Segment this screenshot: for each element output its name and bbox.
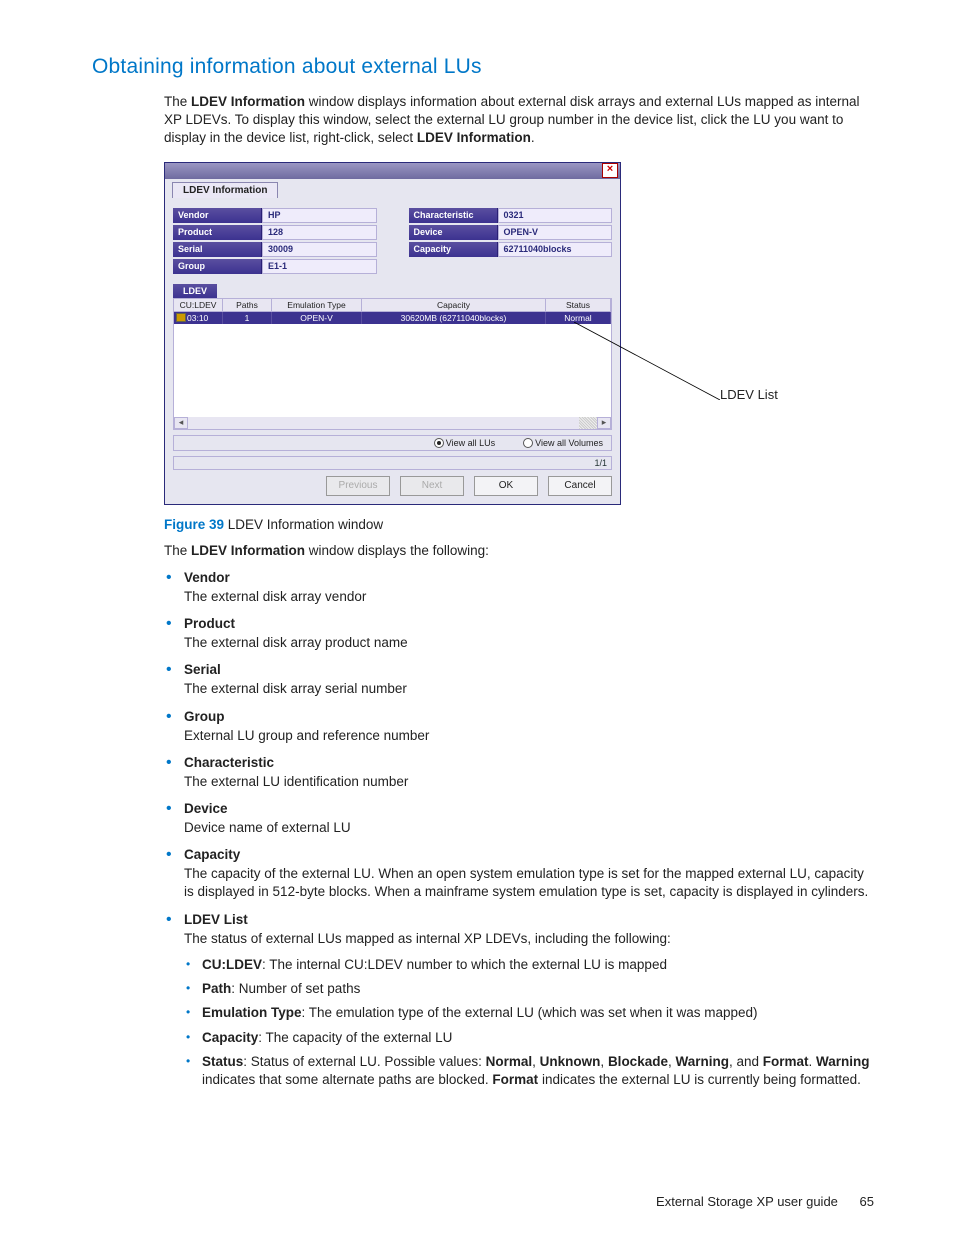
group-label: Group xyxy=(173,259,262,274)
serial-value: 30009 xyxy=(262,242,377,257)
definition-desc: The capacity of the external LU. When an… xyxy=(184,865,874,901)
definition-list: Vendor The external disk array vendor Prod… xyxy=(164,570,874,1089)
characteristic-value: 0321 xyxy=(498,208,613,223)
intro-paragraph: The LDEV Information window displays inf… xyxy=(164,93,874,148)
figure-title: LDEV Information window xyxy=(224,517,383,532)
page-number: 65 xyxy=(860,1194,874,1209)
definition-term: LDEV List xyxy=(184,912,874,927)
definition-term: Capacity xyxy=(184,847,874,862)
sub-item: Emulation Type: The emulation type of th… xyxy=(184,1004,874,1022)
ldev-list-header: CU:LDEV Paths Emulation Type Capacity St… xyxy=(174,299,611,312)
intro-text: . xyxy=(531,130,535,145)
radio-icon xyxy=(434,438,444,448)
definition-item: Characteristic The external LU identifica… xyxy=(164,755,874,791)
view-all-lus-radio[interactable]: View all LUs xyxy=(434,438,495,448)
device-value: OPEN-V xyxy=(498,225,613,240)
scroll-right-icon[interactable]: ▸ xyxy=(597,417,611,429)
ldev-info-window: × LDEV Information VendorHP Product128 S… xyxy=(164,162,621,505)
cancel-button[interactable]: Cancel xyxy=(548,476,612,496)
sub-item-status: Status: Status of external LU. Possible … xyxy=(184,1053,874,1089)
definition-item: Device Device name of external LU xyxy=(164,801,874,837)
col-capacity[interactable]: Capacity xyxy=(362,299,546,311)
view-all-volumes-radio[interactable]: View all Volumes xyxy=(523,438,603,448)
definition-desc: The external LU identification number xyxy=(184,773,874,791)
definition-desc: External LU group and reference number xyxy=(184,727,874,745)
ldev-list-tab[interactable]: LDEV xyxy=(173,284,217,298)
row-capacity: 30620MB (62711040blocks) xyxy=(362,312,546,324)
definition-item: Vendor The external disk array vendor xyxy=(164,570,874,606)
definition-item: Product The external disk array product n… xyxy=(164,616,874,652)
intro-text: The xyxy=(164,94,191,109)
ldev-info-tab[interactable]: LDEV Information xyxy=(172,182,278,198)
row-culdev: 03:10 xyxy=(187,313,208,323)
device-label: Device xyxy=(409,225,498,240)
ldev-list: CU:LDEV Paths Emulation Type Capacity St… xyxy=(173,298,612,430)
vendor-value: HP xyxy=(262,208,377,223)
sub-list: CU:LDEV: The internal CU:LDEV number to … xyxy=(184,956,874,1089)
callout-label: LDEV List xyxy=(720,387,778,402)
definition-item: Capacity The capacity of the external LU.… xyxy=(164,847,874,901)
definition-desc: The external disk array product name xyxy=(184,634,874,652)
vendor-label: Vendor xyxy=(173,208,262,223)
definition-term: Vendor xyxy=(184,570,874,585)
capacity-value: 62711040blocks xyxy=(498,242,613,257)
definition-item: Group External LU group and reference num… xyxy=(164,709,874,745)
row-emulation: OPEN-V xyxy=(272,312,362,324)
characteristic-label: Characteristic xyxy=(409,208,498,223)
next-button: Next xyxy=(400,476,464,496)
definition-desc: The external disk array serial number xyxy=(184,680,874,698)
footer-title: External Storage XP user guide xyxy=(656,1194,838,1209)
group-value: E1-1 xyxy=(262,259,377,274)
definition-desc: The status of external LUs mapped as int… xyxy=(184,930,874,948)
product-value: 128 xyxy=(262,225,377,240)
figure-number: Figure 39 xyxy=(164,517,224,532)
definition-term: Device xyxy=(184,801,874,816)
section-heading: Obtaining information about external LUs xyxy=(92,55,874,79)
definition-item-ldev-list: LDEV List The status of external LUs mapp… xyxy=(164,912,874,1090)
radio-icon xyxy=(523,438,533,448)
definition-term: Serial xyxy=(184,662,874,677)
scroll-left-icon[interactable]: ◂ xyxy=(174,417,188,429)
sub-item: Path: Number of set paths xyxy=(184,980,874,998)
definition-term: Group xyxy=(184,709,874,724)
capacity-label: Capacity xyxy=(409,242,498,257)
disk-icon xyxy=(176,313,186,322)
col-emulation[interactable]: Emulation Type xyxy=(272,299,362,311)
definition-item: Serial The external disk array serial num… xyxy=(164,662,874,698)
figure-caption: Figure 39 LDEV Information window xyxy=(164,517,874,532)
col-status[interactable]: Status xyxy=(546,299,611,311)
previous-button: Previous xyxy=(326,476,390,496)
hscroll[interactable]: ◂ ▸ xyxy=(174,417,611,429)
page-footer: External Storage XP user guide 65 xyxy=(656,1194,874,1209)
intro-bold2: LDEV Information xyxy=(417,130,531,145)
close-icon[interactable]: × xyxy=(602,163,618,178)
definition-term: Characteristic xyxy=(184,755,874,770)
sub-item: Capacity: The capacity of the external L… xyxy=(184,1029,874,1047)
window-titlebar: × xyxy=(165,163,620,179)
definition-desc: The external disk array vendor xyxy=(184,588,874,606)
product-label: Product xyxy=(173,225,262,240)
view-options: View all LUs View all Volumes xyxy=(173,435,612,451)
col-culdev[interactable]: CU:LDEV xyxy=(174,299,223,311)
ok-button[interactable]: OK xyxy=(474,476,538,496)
pager: 1/1 xyxy=(173,456,612,470)
definition-term: Product xyxy=(184,616,874,631)
col-paths[interactable]: Paths xyxy=(223,299,272,311)
serial-label: Serial xyxy=(173,242,262,257)
row-status: Normal xyxy=(546,312,611,324)
sub-item: CU:LDEV: The internal CU:LDEV number to … xyxy=(184,956,874,974)
displays-following: The LDEV Information window displays the… xyxy=(164,542,874,560)
intro-bold1: LDEV Information xyxy=(191,94,305,109)
radio-label: View all LUs xyxy=(446,438,495,448)
ldev-row[interactable]: 03:10 1 OPEN-V 30620MB (62711040blocks) … xyxy=(174,312,611,324)
row-paths: 1 xyxy=(223,312,272,324)
radio-label: View all Volumes xyxy=(535,438,603,448)
definition-desc: Device name of external LU xyxy=(184,819,874,837)
